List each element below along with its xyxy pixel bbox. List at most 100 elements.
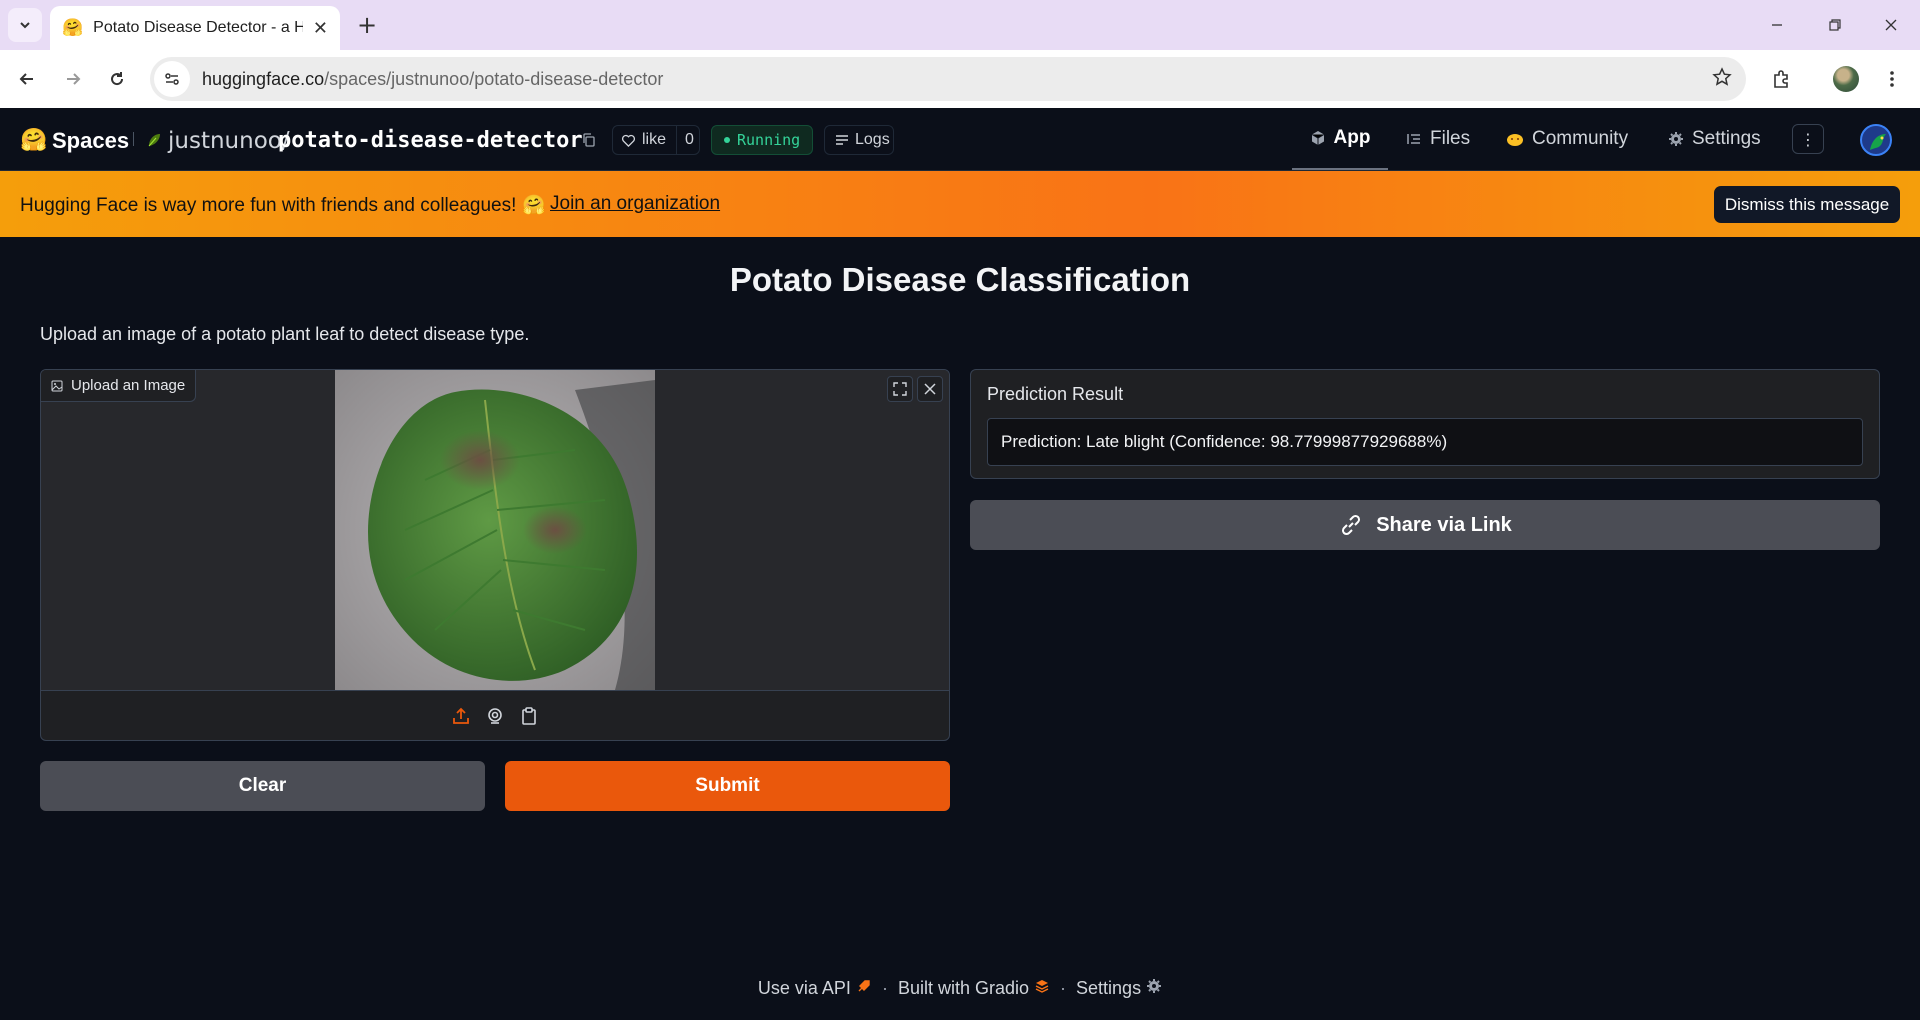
tab-community[interactable]: Community bbox=[1506, 108, 1628, 170]
close-icon bbox=[1885, 19, 1897, 31]
reload-button[interactable] bbox=[99, 61, 135, 97]
tab-community-label: Community bbox=[1532, 128, 1629, 149]
user-avatar[interactable] bbox=[1860, 124, 1892, 156]
banner-message: Hugging Face is way more fun with friend… bbox=[20, 193, 546, 217]
url-host: huggingface.co bbox=[202, 68, 325, 89]
footer-settings-label: Settings bbox=[1076, 978, 1142, 998]
banner-text: Hugging Face is way more fun with friend… bbox=[20, 195, 517, 216]
status-dot-icon bbox=[724, 137, 730, 143]
clear-button[interactable]: Clear bbox=[40, 761, 485, 811]
footer-settings-link[interactable]: Settings bbox=[1076, 978, 1162, 999]
logs-icon bbox=[836, 135, 848, 145]
image-source-selector bbox=[41, 690, 949, 740]
arrow-right-icon bbox=[67, 73, 81, 85]
upload-icon bbox=[453, 707, 469, 724]
gradio-footer: Use via API · Built with Gradio · Settin… bbox=[0, 978, 1920, 999]
status-badge[interactable]: Running bbox=[711, 125, 813, 155]
gradio-logo-icon bbox=[1035, 980, 1049, 993]
extensions-button[interactable] bbox=[1764, 61, 1800, 97]
tab-search-button[interactable] bbox=[8, 8, 42, 42]
hugging-face-logo-icon[interactable]: 🤗 bbox=[20, 128, 47, 153]
tab-files[interactable]: Files bbox=[1406, 108, 1470, 170]
space-leaf-icon bbox=[148, 134, 160, 147]
space-owner-link[interactable]: justnunoo/ bbox=[168, 128, 290, 154]
join-organization-link[interactable]: Join an organization bbox=[550, 193, 720, 215]
like-button[interactable]: like 0 bbox=[612, 125, 700, 155]
upload-source-button[interactable] bbox=[449, 704, 473, 728]
clipboard-source-button[interactable] bbox=[517, 704, 541, 728]
image-preview bbox=[41, 370, 949, 690]
page-description: Upload an image of a potato plant leaf t… bbox=[40, 324, 530, 344]
reload-icon bbox=[111, 72, 124, 86]
more-options-button[interactable]: ⋮ bbox=[1792, 124, 1824, 154]
minimize-button[interactable] bbox=[1748, 0, 1806, 50]
built-with-gradio-link[interactable]: Built with Gradio bbox=[898, 978, 1050, 999]
url-path: /spaces/justnunoo/potato-disease-detecto… bbox=[324, 68, 664, 89]
share-label: Share via Link bbox=[1376, 513, 1512, 536]
close-icon bbox=[924, 383, 936, 395]
image-label-text: Upload an Image bbox=[71, 377, 186, 394]
puzzle-icon bbox=[1774, 70, 1788, 88]
space-repo-link[interactable]: potato-disease-detector bbox=[278, 128, 583, 153]
image-toolbar bbox=[887, 376, 943, 402]
join-org-banner: Hugging Face is way more fun with friend… bbox=[0, 171, 1920, 237]
bookmark-star-icon[interactable] bbox=[1712, 67, 1732, 92]
tab-close-icon[interactable]: ✕ bbox=[313, 18, 328, 39]
submit-button[interactable]: Submit bbox=[505, 761, 950, 811]
prediction-result-output[interactable]: Prediction: Late blight (Confidence: 98.… bbox=[987, 418, 1863, 466]
image-upload-block[interactable]: Upload an Image bbox=[40, 369, 950, 741]
arrow-left-icon bbox=[19, 73, 33, 85]
built-with-gradio-label: Built with Gradio bbox=[897, 978, 1030, 998]
clipboard-icon bbox=[522, 706, 536, 725]
tab-app-label: App bbox=[1333, 127, 1371, 148]
minimize-icon bbox=[1772, 24, 1782, 26]
gradio-app: Potato Disease Classification Upload an … bbox=[0, 237, 1920, 1020]
spaces-link[interactable]: Spaces bbox=[52, 128, 129, 154]
tab-settings[interactable]: Settings bbox=[1668, 108, 1761, 170]
hugging-face-favicon-icon: 🤗 bbox=[62, 18, 84, 38]
heart-icon bbox=[622, 134, 635, 147]
tab-files-label: Files bbox=[1430, 128, 1471, 149]
browser-tab-active[interactable]: 🤗 Potato Disease Detector - a Hug ✕ bbox=[50, 6, 340, 50]
uploaded-leaf-image bbox=[335, 370, 655, 690]
new-tab-button[interactable]: + bbox=[352, 10, 382, 40]
footer-dot: · bbox=[881, 978, 888, 998]
profile-avatar bbox=[1833, 66, 1859, 92]
tab-settings-label: Settings bbox=[1692, 128, 1761, 149]
fullscreen-icon bbox=[893, 382, 907, 396]
status-text: Running bbox=[737, 131, 801, 149]
logs-label: Logs bbox=[855, 131, 890, 148]
address-bar[interactable]: huggingface.co/spaces/justnunoo/potato-d… bbox=[150, 57, 1746, 101]
app-cube-icon bbox=[1311, 131, 1324, 145]
use-via-api-label: Use via API bbox=[757, 978, 851, 998]
image-icon bbox=[51, 380, 63, 391]
share-via-link-button[interactable]: Share via Link bbox=[970, 500, 1880, 550]
chevron-down-icon bbox=[20, 22, 30, 29]
url-text: huggingface.co/spaces/justnunoo/potato-d… bbox=[202, 69, 663, 90]
use-via-api-link[interactable]: Use via API bbox=[758, 978, 872, 999]
site-settings-icon bbox=[165, 73, 179, 85]
site-info-button[interactable] bbox=[154, 61, 190, 97]
close-window-button[interactable] bbox=[1862, 0, 1920, 50]
restore-icon bbox=[1829, 19, 1841, 31]
image-block-label: Upload an Image bbox=[41, 370, 197, 402]
webcam-source-button[interactable] bbox=[483, 704, 507, 728]
profile-button[interactable] bbox=[1828, 61, 1864, 97]
gear-icon bbox=[1669, 132, 1683, 146]
clear-image-button[interactable] bbox=[917, 376, 943, 402]
dismiss-button[interactable]: Dismiss this message bbox=[1714, 186, 1900, 223]
browser-toolbar: huggingface.co/spaces/justnunoo/potato-d… bbox=[0, 50, 1920, 108]
files-icon bbox=[1407, 134, 1420, 144]
browser-menu-button[interactable] bbox=[1874, 61, 1910, 97]
header-divider bbox=[133, 132, 134, 146]
tab-app[interactable]: App bbox=[1292, 108, 1388, 170]
logs-button[interactable]: Logs bbox=[824, 125, 894, 155]
owner-name: justnunoo bbox=[168, 128, 282, 154]
fullscreen-button[interactable] bbox=[887, 376, 913, 402]
forward-button[interactable] bbox=[55, 61, 91, 97]
copy-icon[interactable] bbox=[581, 132, 597, 148]
back-button[interactable] bbox=[9, 61, 45, 97]
hugging-emoji-icon: 🤗 bbox=[522, 194, 547, 216]
restore-button[interactable] bbox=[1806, 0, 1864, 50]
browser-tabstrip: 🤗 Potato Disease Detector - a Hug ✕ + bbox=[0, 0, 1920, 50]
